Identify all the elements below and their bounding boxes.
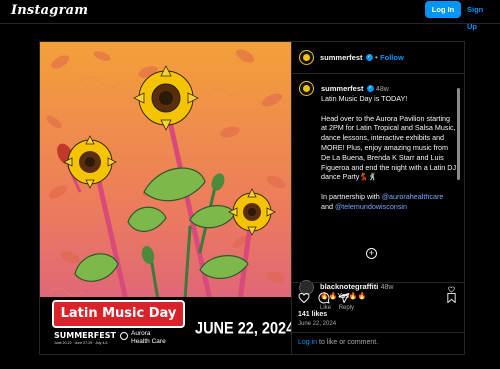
partnership-conj: and (321, 201, 333, 211)
verified-icon: ✓ (366, 85, 374, 93)
share-icon[interactable] (338, 292, 350, 304)
caption-text: Latin Music Day is TODAY! Head over to t… (321, 94, 457, 212)
author-avatar[interactable] (299, 50, 314, 65)
post-actions: 141 likes June 22, 2024 Log in to like o… (292, 282, 464, 354)
login-button[interactable]: Log In (425, 1, 461, 18)
sponsor-logo-icon (120, 332, 128, 340)
poster-title: Latin Music Day (60, 306, 177, 321)
instagram-logo[interactable]: Instagram (11, 3, 88, 18)
partnership-prefix: In partnership with (321, 191, 380, 201)
likes-count[interactable]: 141 likes (298, 311, 327, 318)
login-prompt-link[interactable]: Log in (298, 339, 317, 346)
caption-avatar[interactable] (299, 81, 314, 96)
poster-sponsor-line2: Health Care (131, 338, 166, 345)
caption-username[interactable]: summerfest (321, 84, 364, 93)
follow-button[interactable]: Follow (380, 53, 404, 62)
top-navigation-bar: Instagram Log In Sign Up (0, 0, 500, 31)
comments-area[interactable]: summerfest ✓ 48w Latin Music Day is TODA… (292, 74, 460, 312)
post-date[interactable]: June 22, 2024 (298, 321, 336, 327)
heart-icon[interactable] (298, 292, 310, 304)
login-prompt-text: to like or comment. (319, 339, 379, 346)
poster-brand-dates: June 20-22 · June 27-29 · July 4-6 (54, 341, 108, 345)
signup-link[interactable]: Sign Up (467, 1, 495, 31)
divider (292, 332, 464, 333)
author-username[interactable]: summerfest (320, 53, 363, 62)
caption-line1: Latin Music Day is TODAY! (321, 94, 408, 103)
bookmark-icon[interactable] (446, 292, 457, 304)
poster-brand: SUMMERFEST (54, 331, 116, 340)
poster-title-banner: Latin Music Day (52, 300, 185, 328)
post-sidebar: summerfest ✓ • Follow summerfest ✓ 48w L… (291, 42, 464, 354)
poster-date: JUNE 22, 2024 (195, 319, 291, 339)
post-image[interactable]: Latin Music Day SUMMERFEST June 20-22 · … (40, 42, 291, 354)
separator-dot: • (375, 53, 378, 62)
comments-scrollbar[interactable] (457, 88, 460, 180)
add-comment-icon[interactable]: + (366, 248, 377, 259)
post-container: Latin Music Day SUMMERFEST June 20-22 · … (39, 41, 465, 355)
verified-icon: ✓ (365, 54, 373, 62)
caption-age[interactable]: 48w (376, 86, 389, 93)
mention-aurora[interactable]: @aurorahealthcare (382, 192, 444, 201)
poster-sponsor-line1: Aurora (131, 330, 151, 337)
post-header: summerfest ✓ • Follow (292, 42, 464, 74)
comment-icon[interactable] (318, 292, 330, 304)
caption-body: Head over to the Aurora Pavilion startin… (321, 113, 457, 182)
mention-telemundo[interactable]: @telemundowisconsin (335, 202, 407, 211)
